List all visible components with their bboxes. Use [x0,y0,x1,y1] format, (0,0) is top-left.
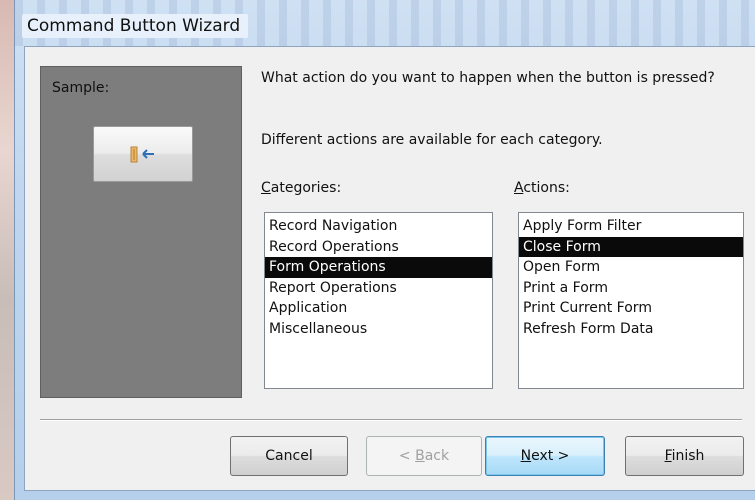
sample-label: Sample: [52,80,110,96]
separator [40,419,742,421]
back-button[interactable]: < Back [366,436,482,476]
list-item-apply-form-filter[interactable]: Apply Form Filter [519,216,743,237]
actions-label: Actions: [514,180,570,196]
list-item-report-operations[interactable]: Report Operations [265,278,492,299]
title-bar[interactable]: Command Button Wizard [15,0,755,46]
categories-listbox[interactable]: Record Navigation Record Operations Form… [264,212,493,389]
info-text: Different actions are available for each… [261,132,603,148]
categories-label: Categories: [261,180,342,196]
window-title: Command Button Wizard [22,14,249,38]
next-button[interactable]: Next > [485,436,605,476]
list-item-close-form[interactable]: Close Form [519,236,743,257]
dialog-content: Sample: What action do you want to happe… [24,46,755,491]
list-item-open-form[interactable]: Open Form [519,257,743,278]
wizard-dialog: Command Button Wizard Sample: What actio… [14,0,755,500]
window-bottom-border [15,491,755,500]
list-item-record-navigation[interactable]: Record Navigation [265,216,492,237]
question-text: What action do you want to happen when t… [261,70,715,86]
sample-panel: Sample: [40,66,242,398]
sample-button-preview [93,126,193,182]
list-item-miscellaneous[interactable]: Miscellaneous [265,319,492,340]
close-form-door-icon [130,146,154,163]
list-item-print-a-form[interactable]: Print a Form [519,278,743,299]
list-item-refresh-form-data[interactable]: Refresh Form Data [519,319,743,340]
actions-listbox[interactable]: Apply Form Filter Close Form Open Form P… [518,212,744,389]
finish-button[interactable]: Finish [625,436,744,476]
list-item-print-current-form[interactable]: Print Current Form [519,298,743,319]
background-desktop [0,0,14,500]
list-item-form-operations[interactable]: Form Operations [265,257,492,278]
list-item-application[interactable]: Application [265,298,492,319]
cancel-button[interactable]: Cancel [230,436,348,476]
list-item-record-operations[interactable]: Record Operations [265,237,492,258]
